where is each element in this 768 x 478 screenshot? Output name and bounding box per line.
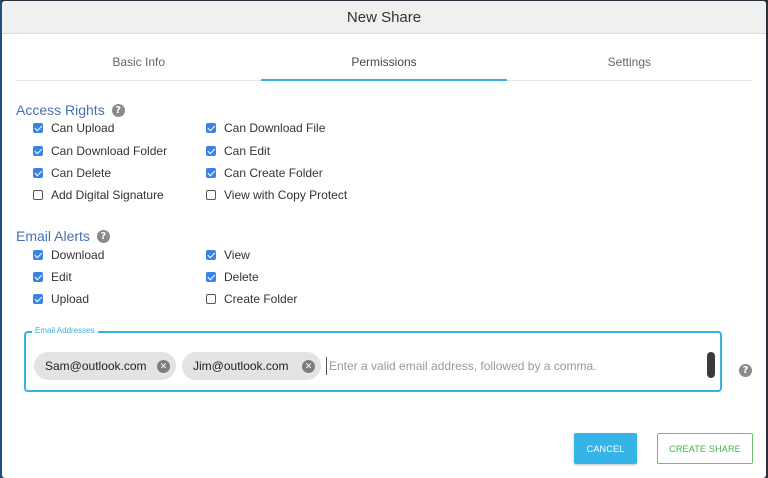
checkbox-checked-icon[interactable] — [33, 123, 43, 133]
checkbox-label: View with Copy Protect — [224, 188, 348, 202]
create-share-button[interactable]: CREATE SHARE — [657, 433, 753, 464]
tab-bar: Basic Info Permissions Settings — [16, 43, 752, 81]
checkbox-checked-icon[interactable] — [33, 168, 43, 178]
email-chip-text: Jim@outlook.com — [193, 359, 289, 373]
email-alerts-title: Email Alerts — [16, 228, 90, 244]
dialog-title: New Share — [346, 8, 422, 26]
checkbox-label: Download — [51, 248, 105, 262]
tab-permissions[interactable]: Permissions — [261, 43, 507, 81]
checkbox-checked-icon[interactable] — [33, 294, 43, 304]
email-addresses-label: Email Addresses — [32, 326, 98, 335]
access-rights-title: Access Rights — [16, 102, 105, 118]
checkbox-label: Create Folder — [224, 292, 298, 306]
checkbox-checked-icon[interactable] — [206, 250, 216, 260]
email-addresses-field[interactable]: Email Addresses Sam@outlook.com ✕ Jim@ou… — [24, 326, 722, 392]
checkbox-can-download-folder[interactable]: Can Download Folder — [33, 143, 167, 159]
checkbox-can-download-file[interactable]: Can Download File — [206, 120, 325, 136]
checkbox-alert-create-folder[interactable]: Create Folder — [206, 291, 297, 307]
dialog-titlebar: New Share — [2, 1, 766, 34]
checkbox-alert-edit[interactable]: Edit — [33, 269, 72, 285]
checkbox-alert-delete[interactable]: Delete — [206, 269, 259, 285]
checkbox-alert-upload[interactable]: Upload — [33, 291, 89, 307]
help-icon[interactable]: ? — [111, 103, 125, 117]
checkbox-checked-icon[interactable] — [33, 146, 43, 156]
checkbox-label: Can Upload — [51, 121, 115, 135]
help-icon[interactable]: ? — [96, 229, 110, 243]
checkbox-unchecked-icon[interactable] — [206, 294, 216, 304]
checkbox-can-edit[interactable]: Can Edit — [206, 143, 270, 159]
email-chip[interactable]: Sam@outlook.com ✕ — [34, 352, 176, 380]
checkbox-label: Can Download Folder — [51, 144, 168, 158]
remove-chip-icon[interactable]: ✕ — [157, 359, 170, 373]
cancel-button[interactable]: CANCEL — [574, 433, 637, 464]
checkbox-checked-icon[interactable] — [33, 250, 43, 260]
checkbox-label: Can Create Folder — [224, 166, 323, 180]
checkbox-checked-icon[interactable] — [33, 272, 43, 282]
remove-chip-icon[interactable]: ✕ — [302, 359, 315, 373]
email-chip[interactable]: Jim@outlook.com ✕ — [182, 352, 321, 380]
access-rights-heading: Access Rights ? — [16, 102, 125, 118]
checkbox-add-digital-signature[interactable]: Add Digital Signature — [33, 187, 164, 203]
checkbox-unchecked-icon[interactable] — [33, 190, 43, 200]
checkbox-checked-icon[interactable] — [206, 123, 216, 133]
checkbox-can-create-folder[interactable]: Can Create Folder — [206, 165, 323, 181]
scrollbar-handle[interactable] — [707, 352, 715, 378]
checkbox-label: View — [224, 248, 250, 262]
checkbox-label: Edit — [51, 270, 72, 284]
checkbox-can-delete[interactable]: Can Delete — [33, 165, 111, 181]
checkbox-alert-view[interactable]: View — [206, 247, 250, 263]
checkbox-checked-icon[interactable] — [206, 146, 216, 156]
tab-basic-info[interactable]: Basic Info — [16, 43, 261, 80]
checkbox-alert-download[interactable]: Download — [33, 247, 104, 263]
checkbox-label: Can Edit — [224, 144, 271, 158]
checkbox-checked-icon[interactable] — [206, 168, 216, 178]
email-alerts-heading: Email Alerts ? — [16, 228, 110, 244]
email-address-input[interactable] — [326, 357, 699, 375]
checkbox-can-upload[interactable]: Can Upload — [33, 120, 114, 136]
checkbox-label: Can Download File — [224, 121, 326, 135]
checkbox-checked-icon[interactable] — [206, 272, 216, 282]
new-share-dialog: New Share Basic Info Permissions Setting… — [2, 1, 766, 478]
checkbox-label: Add Digital Signature — [51, 188, 164, 202]
checkbox-label: Upload — [51, 292, 90, 306]
tab-settings[interactable]: Settings — [507, 43, 752, 80]
checkbox-label: Can Delete — [51, 166, 112, 180]
checkbox-label: Delete — [224, 270, 259, 284]
email-chip-text: Sam@outlook.com — [45, 359, 147, 373]
checkbox-unchecked-icon[interactable] — [206, 190, 216, 200]
help-icon[interactable]: ? — [739, 364, 752, 377]
checkbox-view-with-copy-protect[interactable]: View with Copy Protect — [206, 187, 347, 203]
